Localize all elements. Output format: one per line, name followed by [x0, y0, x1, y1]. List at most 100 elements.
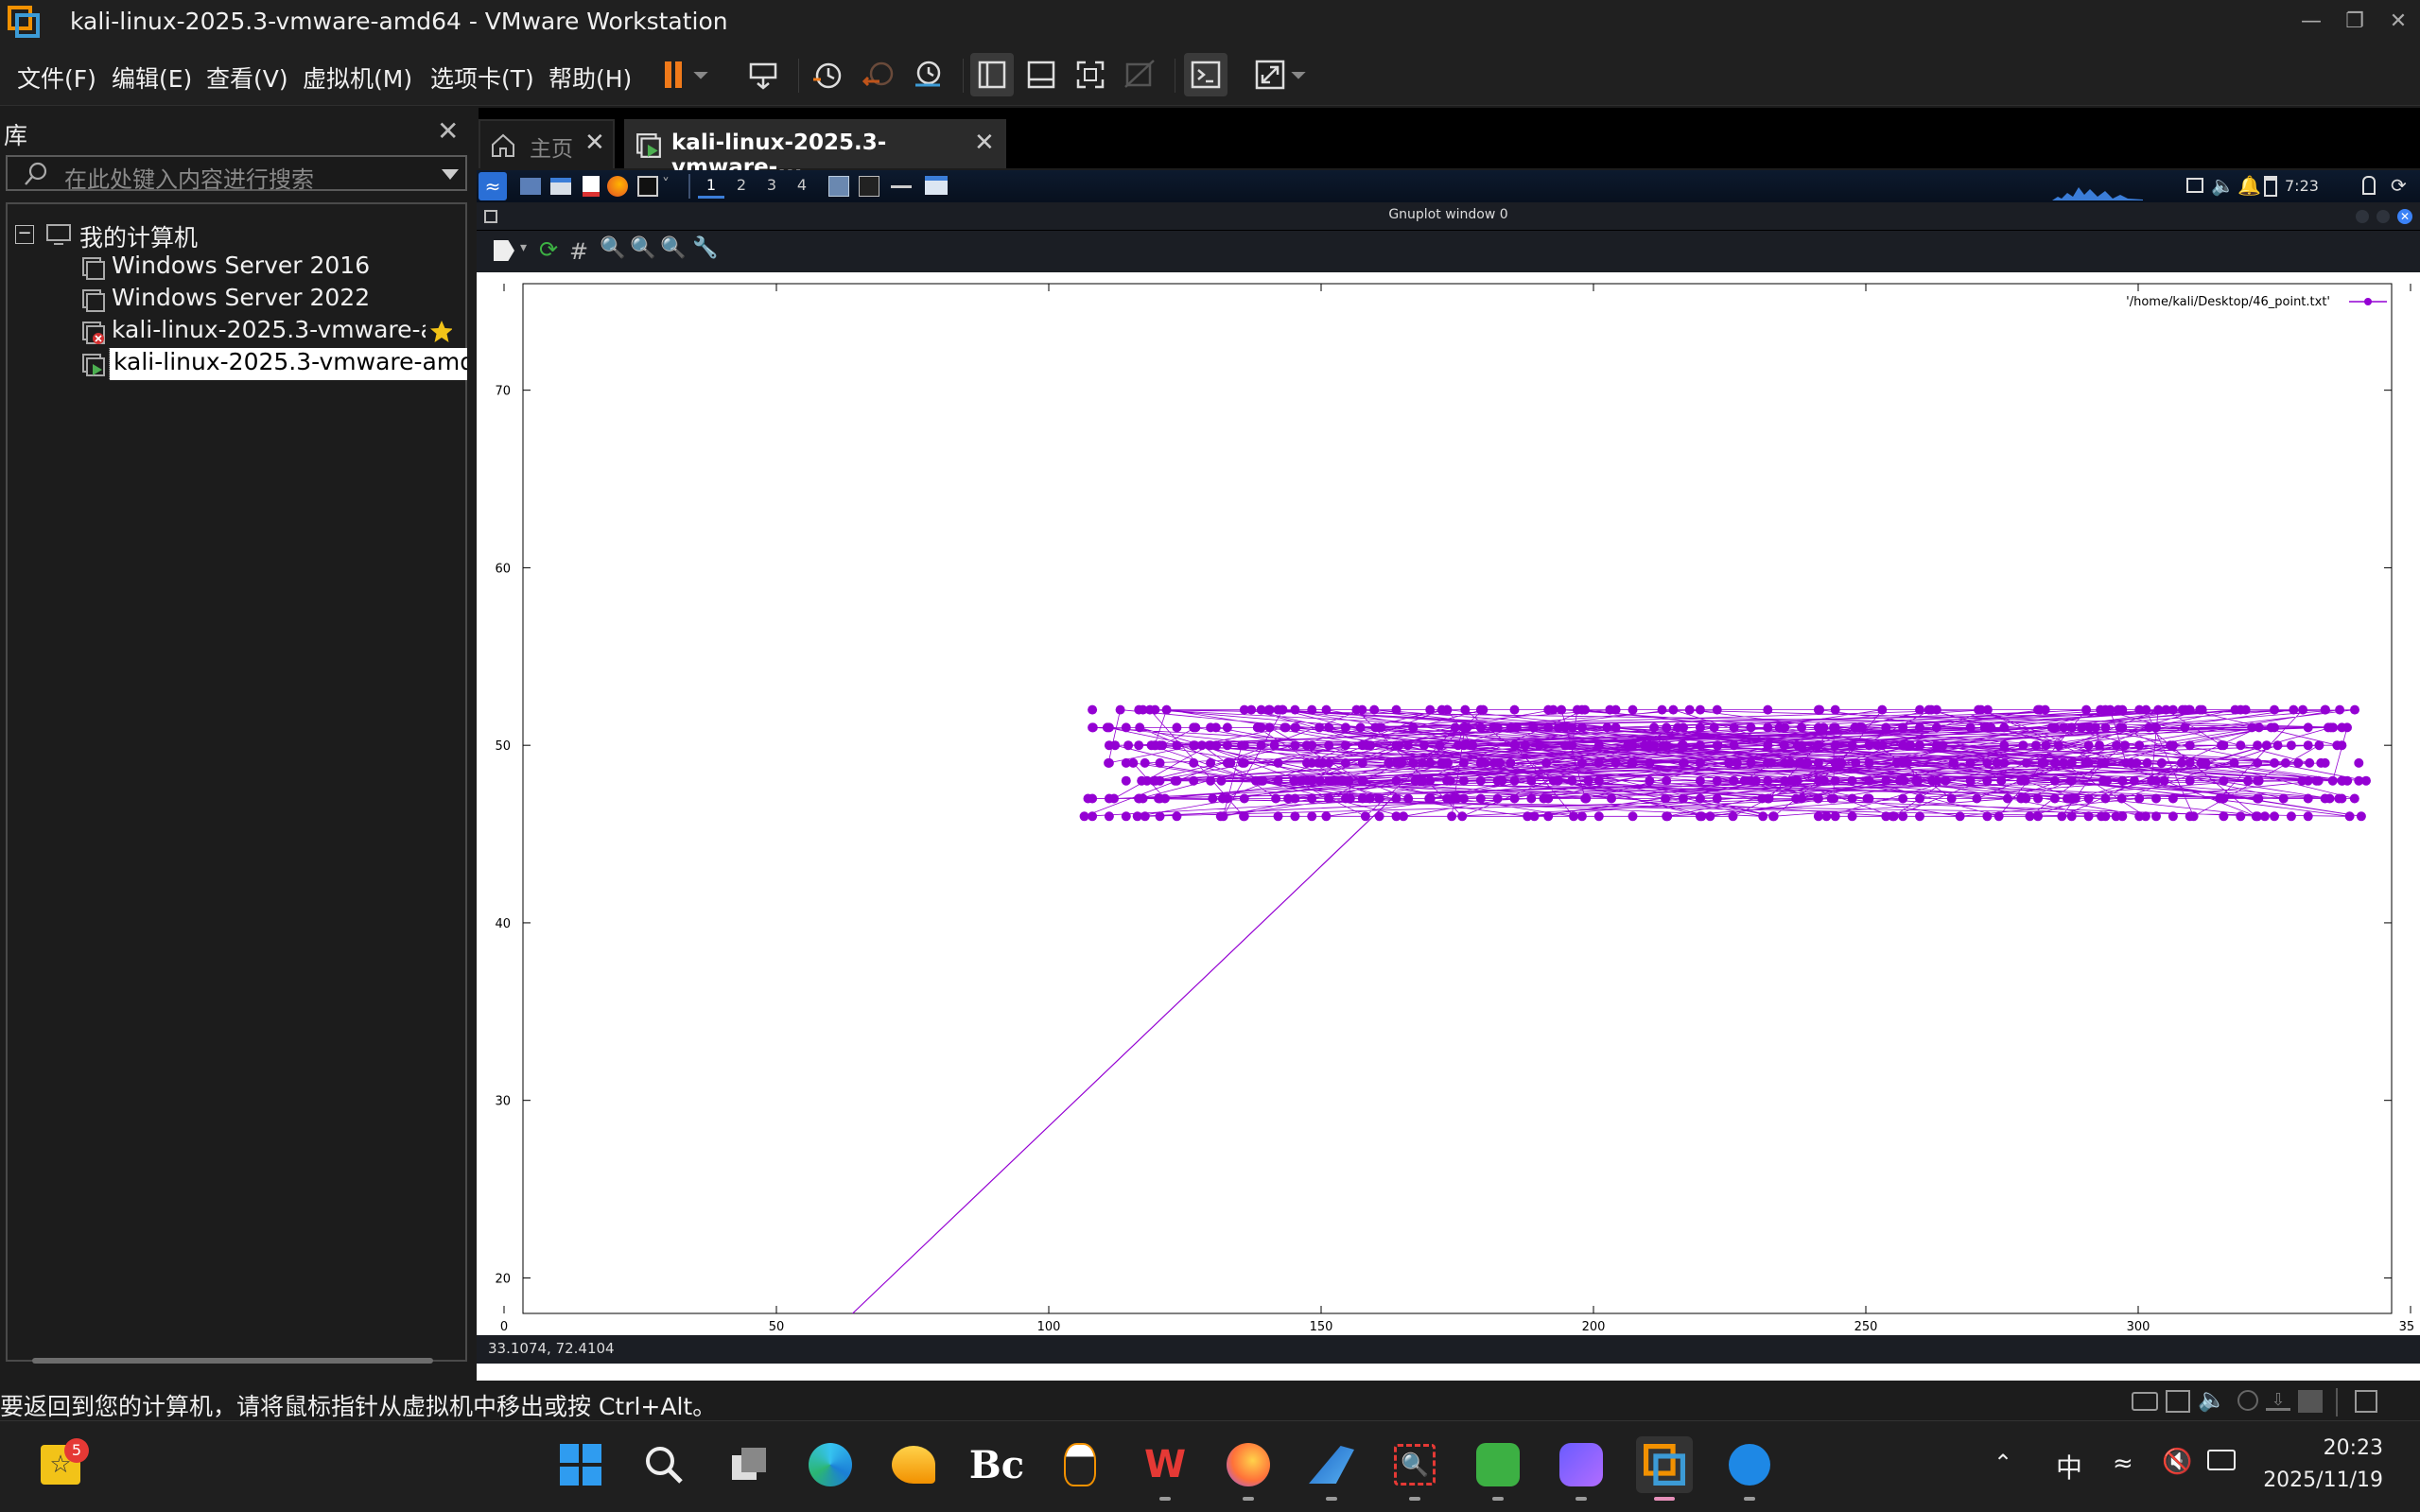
- search-button[interactable]: [635, 1436, 692, 1493]
- task-gnuplot-icon[interactable]: [828, 176, 849, 197]
- x-tick-label: 150: [1310, 1320, 1333, 1334]
- firefox-icon[interactable]: [607, 176, 628, 197]
- full-screen-button[interactable]: [1069, 53, 1112, 96]
- chevron-down-icon[interactable]: ˅: [662, 175, 670, 193]
- menu-vm[interactable]: 虚拟机(M): [303, 61, 412, 95]
- task-window-icon[interactable]: [925, 176, 948, 195]
- lock-icon[interactable]: [2362, 176, 2376, 195]
- revert-snapshot-button[interactable]: [857, 53, 900, 96]
- workspace-1[interactable]: 1: [698, 174, 724, 199]
- taskbar-time[interactable]: 20:23: [2260, 1436, 2383, 1460]
- close-window-button[interactable]: ✕: [2379, 6, 2417, 38]
- minimize-button[interactable]: —: [2292, 6, 2330, 38]
- workspace-3[interactable]: 3: [758, 174, 785, 199]
- pause-dropdown[interactable]: [688, 53, 713, 96]
- replot-icon[interactable]: ⟳: [539, 236, 558, 263]
- wps-button[interactable]: W: [1137, 1436, 1193, 1501]
- logout-icon[interactable]: ⟳: [2391, 174, 2407, 197]
- x-tick-label: 300: [2127, 1320, 2150, 1334]
- display-icon[interactable]: [2186, 178, 2203, 193]
- menu-tabs[interactable]: 选项卡(T): [430, 61, 534, 95]
- collapse-toggle[interactable]: −: [15, 225, 34, 244]
- gnuplot-title-bar[interactable]: Gnuplot window 0 ✕: [477, 202, 2420, 231]
- app-leaf-button[interactable]: [885, 1436, 942, 1493]
- files-icon[interactable]: [550, 178, 571, 195]
- snapshot-manager-button[interactable]: [906, 53, 949, 96]
- close-window-button[interactable]: ✕: [2397, 209, 2412, 224]
- start-button[interactable]: [552, 1436, 609, 1493]
- show-library-button[interactable]: [970, 53, 1014, 96]
- penguin-app-button[interactable]: [1052, 1436, 1108, 1493]
- maximize-window-button[interactable]: [2376, 210, 2390, 223]
- screen-tool-button[interactable]: 🔍: [1386, 1436, 1443, 1501]
- guest-clock[interactable]: 7:23: [2285, 177, 2319, 195]
- gnuplot-canvas[interactable]: 0 50 100 150 200 250 300 350 20 30 40 50 60 70 '/home…: [477, 272, 2413, 1335]
- widgets-button[interactable]: ☆ 5: [32, 1436, 89, 1493]
- usb-download-icon[interactable]: ⇩: [2266, 1390, 2290, 1411]
- notification-bell-icon[interactable]: 🔔: [2237, 174, 2261, 197]
- data-point: [1662, 775, 1672, 786]
- terminal-icon[interactable]: [637, 176, 658, 197]
- desktop-icon[interactable]: [520, 178, 541, 195]
- blue-app-button[interactable]: [1721, 1436, 1778, 1501]
- show-thumbnail-bar-button[interactable]: [1019, 53, 1063, 96]
- config-wrench-icon[interactable]: 🔧: [692, 236, 718, 260]
- chevron-down-icon[interactable]: [441, 166, 460, 182]
- tree-item-kali-error[interactable]: kali-linux-2025.3-vmware-am: [8, 316, 452, 348]
- printer-icon[interactable]: [2298, 1390, 2323, 1413]
- wifi-icon[interactable]: ≈: [2113, 1450, 2133, 1478]
- menu-help[interactable]: 帮助(H): [548, 61, 632, 95]
- message-log-icon[interactable]: [2355, 1390, 2377, 1413]
- library-search-input[interactable]: 在此处键入内容进行搜索: [6, 155, 467, 193]
- task-terminal-icon[interactable]: [859, 176, 879, 197]
- battery-icon[interactable]: [2207, 1450, 2236, 1470]
- menu-edit[interactable]: 编辑(E): [112, 61, 192, 95]
- tab-kali-vm[interactable]: kali-linux-2025.3-vmware-... ✕: [624, 119, 1006, 180]
- unity-mode-button[interactable]: [1118, 53, 1161, 96]
- workspace-4[interactable]: 4: [789, 174, 815, 199]
- taskbar-date[interactable]: 2025/11/19: [2260, 1469, 2383, 1492]
- task-minimized-icon[interactable]: [891, 185, 912, 188]
- menu-file[interactable]: 文件(F): [17, 61, 96, 95]
- kali-menu-icon[interactable]: ≈: [479, 172, 507, 200]
- wireshark-button[interactable]: [1303, 1436, 1360, 1501]
- export-icon[interactable]: [494, 240, 514, 261]
- task-view-button[interactable]: [721, 1436, 777, 1493]
- unzoom-icon[interactable]: 🔍: [660, 236, 686, 260]
- send-ctrl-alt-del-button[interactable]: [741, 53, 785, 96]
- library-close-button[interactable]: ✕: [437, 115, 459, 147]
- hard-disk-icon[interactable]: [2132, 1392, 2158, 1411]
- workspace-2[interactable]: 2: [728, 174, 755, 199]
- ime-indicator[interactable]: 中: [2056, 1448, 2082, 1486]
- zoom-prev-icon[interactable]: 🔍: [600, 236, 625, 260]
- stretch-dropdown[interactable]: [1286, 53, 1311, 96]
- grid-icon[interactable]: #: [569, 238, 588, 265]
- vmware-taskbar-button[interactable]: [1636, 1436, 1693, 1501]
- chevron-up-icon[interactable]: ⌃: [1993, 1450, 2012, 1476]
- volume-icon[interactable]: 🔈: [2211, 174, 2235, 197]
- edge-button[interactable]: [802, 1436, 859, 1493]
- close-tab-icon[interactable]: ✕: [584, 129, 605, 157]
- minimize-window-button[interactable]: [2356, 210, 2369, 223]
- snapshot-button[interactable]: [806, 53, 849, 96]
- sound-card-icon[interactable]: 🔈: [2198, 1386, 2226, 1413]
- guest-display[interactable]: ≈ ˅ 1 2 3 4 🔈 🔔 7:23 ⟳ Gnuplot window 0 …: [477, 170, 2420, 1381]
- menu-view[interactable]: 查看(V): [206, 61, 288, 95]
- tab-home[interactable]: 主页 ✕: [479, 119, 615, 168]
- chevron-down-icon[interactable]: ▾: [520, 240, 527, 255]
- purple-app-button[interactable]: [1553, 1436, 1610, 1501]
- network-adapter-icon[interactable]: [2166, 1390, 2190, 1413]
- text-editor-icon[interactable]: [583, 176, 600, 197]
- green-app-button[interactable]: [1470, 1436, 1526, 1501]
- zoom-next-icon[interactable]: 🔍: [630, 236, 655, 260]
- cd-drive-icon[interactable]: [2237, 1390, 2258, 1411]
- close-tab-icon[interactable]: ✕: [974, 129, 995, 157]
- restore-button[interactable]: ❐: [2336, 6, 2374, 38]
- tree-item-kali-running[interactable]: kali-linux-2025.3-vmware-amd64: [8, 348, 467, 380]
- bc-app-button[interactable]: Bc: [968, 1436, 1025, 1493]
- console-view-button[interactable]: [1184, 53, 1227, 96]
- firefox-button[interactable]: [1220, 1436, 1277, 1501]
- data-point: [1541, 757, 1552, 768]
- volume-muted-icon[interactable]: 🔇: [2162, 1448, 2192, 1476]
- library-scrollbar[interactable]: [32, 1358, 433, 1364]
